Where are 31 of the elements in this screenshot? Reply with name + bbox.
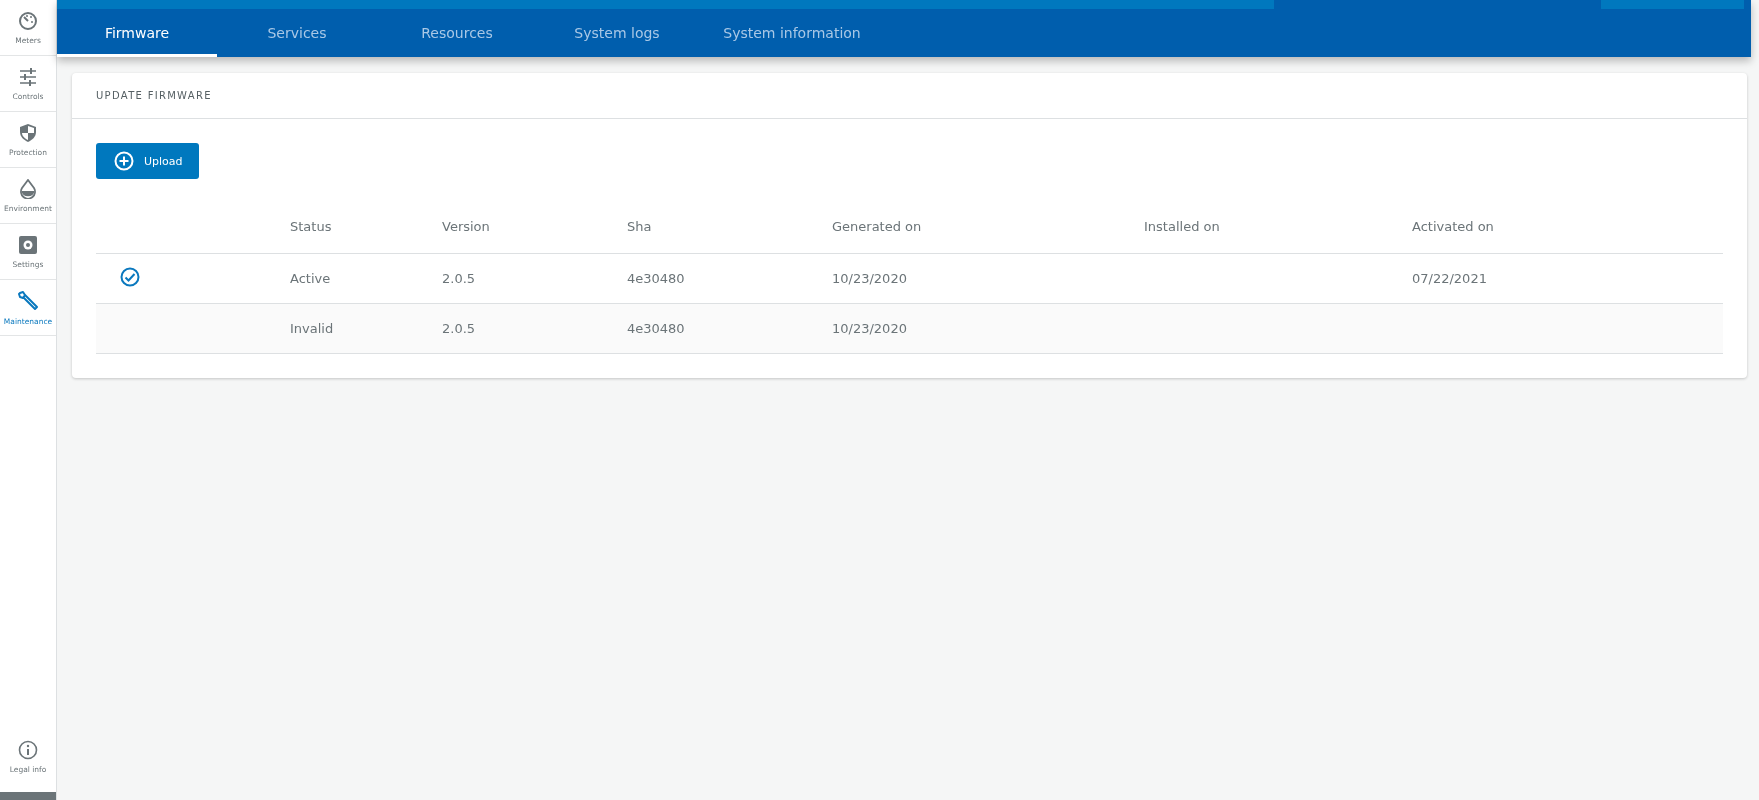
table-cell: 2.0.5 xyxy=(442,271,476,286)
tab[interactable]: System logs xyxy=(537,9,697,57)
table-cell: 07/22/2021 xyxy=(1412,271,1487,286)
drop-icon xyxy=(19,178,37,199)
table-cell: 4e30480 xyxy=(627,321,685,336)
tab[interactable]: Firmware xyxy=(57,9,217,57)
wrench-icon xyxy=(17,289,39,312)
settings-icon xyxy=(18,234,38,255)
upload-button[interactable]: Upload xyxy=(96,143,199,179)
column-header: Generated on xyxy=(832,218,922,234)
info-icon xyxy=(18,740,38,760)
gauge-icon xyxy=(18,10,38,31)
table-cell: 10/23/2020 xyxy=(832,271,907,286)
table-cell: Active xyxy=(290,271,331,286)
column-header: Activated on xyxy=(1412,218,1494,234)
table-cell: 2.0.5 xyxy=(442,321,476,336)
shield-icon xyxy=(18,122,38,143)
tab[interactable]: Resources xyxy=(377,9,537,57)
tab[interactable]: Services xyxy=(217,9,377,57)
table-cell: 4e30480 xyxy=(627,271,685,286)
column-header: Status xyxy=(290,218,332,234)
sliders-icon xyxy=(18,66,38,87)
tab[interactable]: System information xyxy=(697,9,887,57)
bottom-bar xyxy=(0,792,56,800)
plus-circle-icon xyxy=(114,151,134,171)
column-header: Sha xyxy=(627,218,652,234)
card-title: UPDATE FIRMWARE xyxy=(72,73,1747,119)
table-cell: 10/23/2020 xyxy=(832,321,907,336)
column-header: Version xyxy=(442,218,490,234)
table-cell: Invalid xyxy=(290,321,334,336)
column-header: Installed on xyxy=(1144,218,1220,234)
